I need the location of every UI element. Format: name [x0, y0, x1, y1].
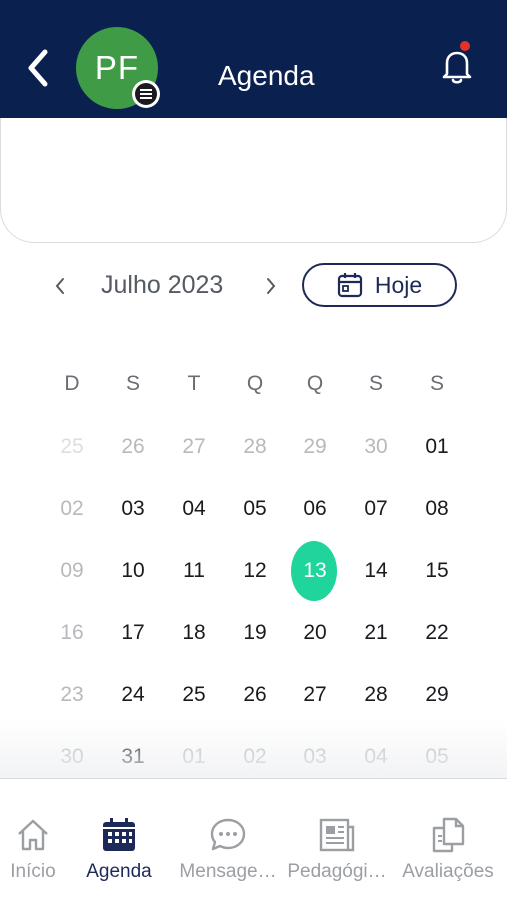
calendar-day[interactable]: 02	[230, 742, 280, 772]
calendar-icon	[337, 273, 362, 298]
nav-item-avaliacoes[interactable]: Avaliações	[400, 779, 496, 901]
chevron-right-icon	[267, 278, 276, 294]
nav-item-mensagens[interactable]: Mensage…	[179, 779, 277, 901]
bottom-navigation: Início Agenda Mensage… Pedagógi… Avaliaç…	[0, 778, 507, 901]
calendar-day[interactable]: 26	[108, 432, 158, 462]
notification-badge	[460, 41, 470, 51]
calendar-day[interactable]: 20	[290, 618, 340, 648]
calendar-day[interactable]: 23	[47, 680, 97, 710]
calendar-day[interactable]: 17	[108, 618, 158, 648]
calendar-day[interactable]: 04	[351, 742, 401, 772]
calendar-day[interactable]: 28	[230, 432, 280, 462]
previous-month-button[interactable]	[45, 271, 75, 301]
weekday-header: D	[64, 372, 80, 395]
nav-label: Início	[10, 861, 56, 882]
calendar-day[interactable]: 04	[169, 494, 219, 524]
calendar-day[interactable]: 19	[230, 618, 280, 648]
calendar-day[interactable]: 21	[351, 618, 401, 648]
menu-icon	[135, 83, 157, 105]
calendar-day[interactable]: 05	[230, 494, 280, 524]
nav-label: Pedagógi…	[287, 861, 387, 882]
calendar-day[interactable]: 10	[108, 556, 158, 586]
next-month-button[interactable]	[256, 271, 286, 301]
nav-label: Avaliações	[402, 861, 494, 882]
calendar-day[interactable]: 26	[230, 680, 280, 710]
calendar-day[interactable]: 15	[412, 556, 462, 586]
calendar-day[interactable]: 25	[47, 432, 97, 462]
calendar-day[interactable]: 28	[351, 680, 401, 710]
avatar-initials: PF	[94, 49, 140, 86]
calendar-day[interactable]: 03	[108, 494, 158, 524]
calendar-day[interactable]: 06	[290, 494, 340, 524]
chevron-left-icon	[28, 49, 48, 87]
weekday-header: S	[429, 372, 444, 395]
calendar-day-selected[interactable]: 13	[290, 556, 340, 586]
calendar-day[interactable]: 27	[290, 680, 340, 710]
nav-label: Agenda	[86, 861, 152, 882]
calendar-day[interactable]: 18	[169, 618, 219, 648]
weekday-header: S	[368, 372, 383, 395]
nav-item-agenda[interactable]: Agenda	[84, 779, 154, 901]
calendar-day[interactable]: 29	[412, 680, 462, 710]
calendar-day[interactable]: 03	[290, 742, 340, 772]
calendar-day[interactable]: 07	[351, 494, 401, 524]
calendar-day[interactable]: 27	[169, 432, 219, 462]
calendar-icon	[103, 818, 135, 851]
month-label: Julho 2023	[101, 271, 224, 299]
calendar-day[interactable]: 01	[412, 432, 462, 462]
weekday-header: T	[187, 372, 201, 395]
calendar-day[interactable]: 14	[351, 556, 401, 586]
calendar-day[interactable]: 08	[412, 494, 462, 524]
documents-icon	[432, 817, 465, 853]
calendar-day[interactable]: 25	[169, 680, 219, 710]
calendar-day[interactable]: 24	[108, 680, 158, 710]
weekday-header: Q	[246, 372, 264, 395]
nav-item-pedagogico[interactable]: Pedagógi…	[287, 779, 387, 901]
calendar-day[interactable]: 30	[47, 742, 97, 772]
app-header: PF Agenda	[0, 0, 507, 118]
chevron-left-icon	[55, 278, 64, 294]
calendar-day[interactable]: 12	[230, 556, 280, 586]
today-button[interactable]: Hoje	[302, 263, 457, 307]
page-title: Agenda	[218, 60, 315, 91]
calendar-day[interactable]: 01	[169, 742, 219, 772]
calendar-day[interactable]: 16	[47, 618, 97, 648]
weekday-header: Q	[306, 372, 324, 395]
nav-item-inicio[interactable]: Início	[0, 779, 66, 901]
avatar-menu-button[interactable]	[132, 80, 160, 108]
calendar-day[interactable]: 02	[47, 494, 97, 524]
bell-icon	[442, 51, 472, 84]
calendar-day[interactable]: 22	[412, 618, 462, 648]
newspaper-icon	[319, 818, 355, 852]
calendar-day[interactable]: 09	[47, 556, 97, 586]
weekday-header: S	[125, 372, 140, 395]
calendar-day[interactable]: 11	[169, 556, 219, 586]
back-button[interactable]	[18, 46, 58, 90]
notifications-button[interactable]	[436, 44, 478, 88]
nav-label: Mensage…	[179, 861, 277, 882]
today-label: Hoje	[374, 271, 423, 298]
chat-icon	[210, 818, 246, 851]
calendar-day[interactable]: 30	[351, 432, 401, 462]
calendar-day[interactable]: 05	[412, 742, 462, 772]
home-icon	[18, 819, 48, 851]
calendar-day[interactable]: 31	[108, 742, 158, 772]
events-card	[0, 118, 507, 243]
calendar-day[interactable]: 29	[290, 432, 340, 462]
